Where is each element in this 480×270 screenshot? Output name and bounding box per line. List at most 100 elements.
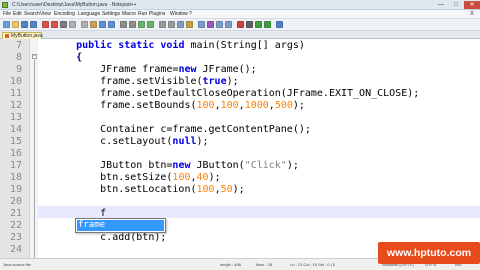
zoom-in-icon[interactable]	[138, 21, 145, 28]
code-token: new	[172, 160, 191, 171]
code-token: frame.setVisible(	[52, 76, 203, 87]
code-line[interactable]: btn.setSize(100,40);	[52, 172, 221, 184]
maximize-button[interactable]: □	[449, 1, 463, 9]
line-number: 17	[9, 160, 22, 171]
code-token: JFrame frame=	[52, 64, 179, 75]
word-wrap-icon[interactable]	[177, 21, 184, 28]
code-token: 100	[172, 172, 191, 183]
record-macro-icon[interactable]	[237, 21, 244, 28]
code-line[interactable]: btn.setLocation(100,50);	[52, 184, 245, 196]
code-token: null	[172, 136, 197, 147]
code-line[interactable]: c.setLayout(null);	[52, 136, 209, 148]
code-token: [] args)	[256, 40, 305, 51]
find-icon[interactable]	[120, 21, 127, 28]
menu-encoding[interactable]: Encoding	[54, 10, 75, 19]
tab-bar: MyButton.java	[0, 31, 480, 39]
cut-icon[interactable]	[69, 21, 76, 28]
run-macro-icon[interactable]	[264, 21, 271, 28]
code-line[interactable]: JFrame frame=new JFrame();	[52, 64, 257, 76]
undo-icon[interactable]	[99, 21, 106, 28]
line-number: 9	[15, 64, 22, 75]
code-token: btn.setSize(	[52, 172, 173, 183]
code-token: JButton(	[190, 160, 245, 171]
code-token: String	[220, 40, 257, 51]
code-token: 500	[274, 100, 293, 111]
minimize-button[interactable]: —	[434, 1, 448, 9]
save-icon[interactable]	[21, 21, 28, 28]
code-token: 1000	[244, 100, 269, 111]
code-token: Container c=frame.getContentPane();	[52, 124, 311, 135]
code-token: main(	[184, 40, 221, 51]
code-token: );	[292, 100, 305, 111]
tab-mybutton-java[interactable]: MyButton.java	[2, 32, 43, 39]
code-token: JFrame();	[196, 64, 257, 75]
line-number: 16	[9, 148, 22, 159]
code-token: frame.setDefaultCloseOperation(JFrame.EX…	[52, 88, 420, 99]
stop-macro-icon[interactable]	[246, 21, 253, 28]
all-chars-icon[interactable]	[186, 21, 193, 28]
code-token: new	[178, 64, 197, 75]
code-token: );	[208, 172, 221, 183]
autocomplete-suggestion[interactable]: frame	[77, 220, 164, 231]
line-number: 10	[9, 76, 22, 87]
code-line[interactable]: frame.setDefaultCloseOperation(JFrame.EX…	[52, 88, 419, 100]
close-document-button[interactable]: X	[470, 10, 474, 19]
fold-collapse-icon[interactable]: −	[32, 54, 37, 59]
code-line[interactable]: c.add(btn);	[52, 232, 166, 244]
menu-macro[interactable]: Macro	[122, 10, 136, 19]
menu-language[interactable]: Language	[78, 10, 100, 19]
menu-view[interactable]: View	[40, 10, 51, 19]
code-line[interactable]: Container c=frame.getContentPane();	[52, 124, 311, 136]
indent-guide-icon[interactable]	[198, 21, 205, 28]
code-token: 50	[220, 184, 233, 195]
close-all-icon[interactable]	[51, 21, 58, 28]
menu-plugins[interactable]: Plugins	[149, 10, 165, 19]
function-list-icon[interactable]	[225, 21, 232, 28]
notepad-app-icon	[2, 2, 8, 8]
play-macro-icon[interactable]	[255, 21, 262, 28]
menu-search[interactable]: Search	[24, 10, 40, 19]
close-icon[interactable]	[42, 21, 49, 28]
menu-help[interactable]: ?	[189, 10, 192, 19]
sync-v-icon[interactable]	[159, 21, 166, 28]
code-line[interactable]: JButton btn=new JButton("Click");	[52, 160, 299, 172]
menu-window[interactable]: Window	[170, 10, 188, 19]
code-editor[interactable]: − 7 public static void main(String[] arg…	[0, 39, 480, 258]
menu-edit[interactable]: Edit	[13, 10, 22, 19]
title-bar: C:\Users\user\Desktop\Java\MyButton.java…	[0, 0, 480, 10]
menu-run[interactable]: Run	[138, 10, 147, 19]
save-macro-icon[interactable]	[276, 21, 283, 28]
save-all-icon[interactable]	[30, 21, 37, 28]
status-file-type: Java source file	[3, 262, 31, 267]
new-file-icon[interactable]	[3, 21, 10, 28]
replace-icon[interactable]	[129, 21, 136, 28]
paste-icon[interactable]	[90, 21, 97, 28]
code-line[interactable]: {	[52, 52, 82, 64]
code-token: JButton btn=	[52, 160, 173, 171]
menu-settings[interactable]: Settings	[102, 10, 120, 19]
line-number: 15	[9, 136, 22, 147]
code-line[interactable]: frame.setVisible(true);	[52, 76, 239, 88]
print-icon[interactable]	[60, 21, 67, 28]
code-token: );	[232, 184, 245, 195]
close-window-button[interactable]: ✕	[464, 1, 480, 9]
doc-map-icon[interactable]	[216, 21, 223, 28]
autocomplete-popup: frame	[75, 218, 166, 233]
code-token: );	[196, 136, 209, 147]
lang-icon[interactable]	[207, 21, 214, 28]
copy-icon[interactable]	[81, 21, 88, 28]
redo-icon[interactable]	[108, 21, 115, 28]
code-token: frame.setBounds(	[52, 100, 197, 111]
zoom-out-icon[interactable]	[147, 21, 154, 28]
code-line[interactable]: public static void main(String[] args)	[52, 40, 305, 52]
line-number: 18	[9, 172, 22, 183]
line-number: 13	[9, 112, 22, 123]
open-file-icon[interactable]	[12, 21, 19, 28]
line-number: 12	[9, 100, 22, 111]
sync-h-icon[interactable]	[168, 21, 175, 28]
code-token: c.setLayout(	[52, 136, 173, 147]
status-position: Ln : 21 Col : 10 Sel : 0 | 0	[290, 262, 336, 267]
menu-file[interactable]: File	[3, 10, 11, 19]
code-line[interactable]: frame.setBounds(100,100,1000,500);	[52, 100, 305, 112]
